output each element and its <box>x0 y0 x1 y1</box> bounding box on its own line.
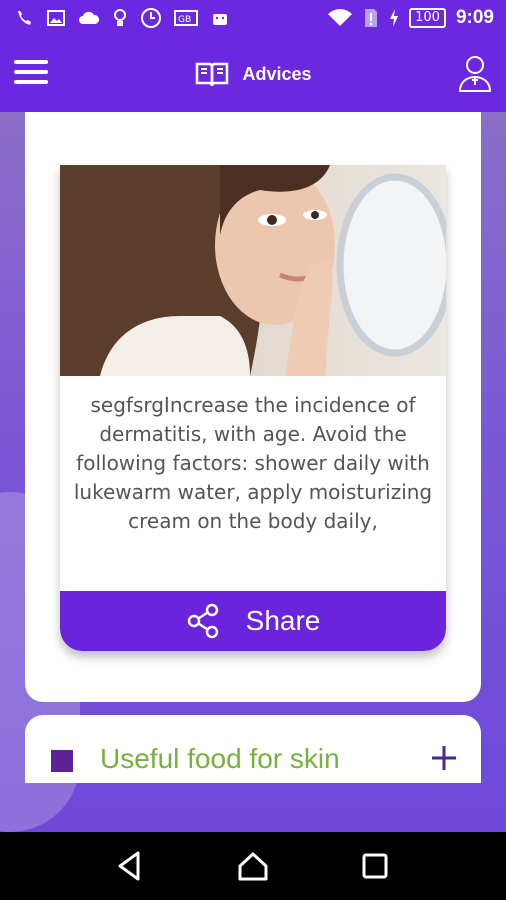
gb-icon: GB <box>174 10 198 26</box>
clock-time: 9:09 <box>455 7 494 28</box>
book-icon <box>196 62 229 87</box>
woman-mirror-image <box>60 165 446 376</box>
image-icon <box>47 10 65 26</box>
advice-card: segfsrgIncrease the incidence of dermati… <box>60 165 446 651</box>
sim-alert-icon <box>365 9 378 27</box>
system-icons: 100 9:09 <box>327 7 506 29</box>
svg-text:GB: GB <box>178 15 191 25</box>
page-title: Advices <box>242 63 312 84</box>
food-section-card[interactable]: Useful food for skin <box>25 715 481 783</box>
battery-level: 100 <box>409 8 446 28</box>
toolbar-title-group: Advices <box>194 60 312 88</box>
back-icon[interactable] <box>114 849 148 883</box>
cloud-icon <box>79 11 100 24</box>
recent-apps-icon[interactable] <box>358 849 392 883</box>
share-label: Share <box>245 605 321 636</box>
home-icon[interactable] <box>236 849 270 883</box>
plus-icon[interactable] <box>431 745 457 771</box>
bulb-icon <box>114 9 126 26</box>
charging-icon <box>390 9 399 27</box>
section-marker <box>51 750 73 772</box>
share-icon <box>187 603 218 639</box>
wifi-icon <box>328 9 353 26</box>
call-forward-icon <box>18 11 31 25</box>
clock-icon <box>141 8 161 28</box>
android-icon <box>213 14 227 25</box>
menu-icon[interactable] <box>14 60 48 88</box>
app-toolbar: Advices <box>0 36 506 112</box>
food-section-label: Useful food for skin <box>100 743 340 774</box>
status-bar: GB 100 9:09 <box>0 0 506 36</box>
share-button[interactable]: Share <box>60 591 446 651</box>
user-icon[interactable] <box>458 54 492 92</box>
notification-icons: GB <box>0 7 230 29</box>
system-nav-bar <box>0 832 506 900</box>
advice-text: segfsrgIncrease the incidence of dermati… <box>73 393 433 533</box>
